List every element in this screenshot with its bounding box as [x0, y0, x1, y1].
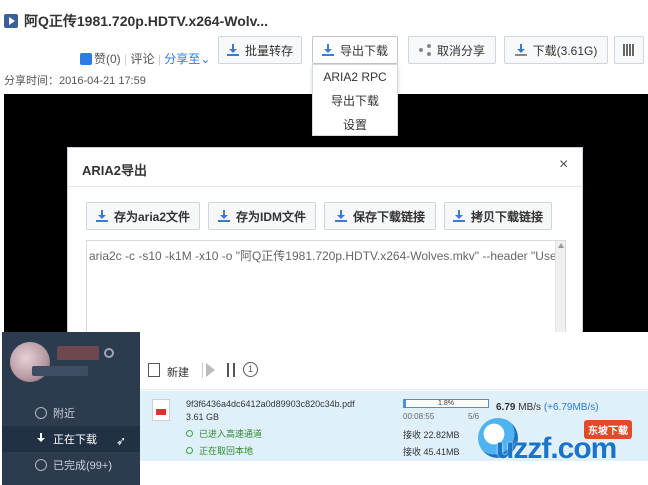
- sidebar-item-completed[interactable]: 已完成(99+): [2, 452, 140, 478]
- qr-code-icon: [623, 44, 635, 56]
- new-task-label[interactable]: 新建: [167, 364, 189, 380]
- pause-icon[interactable]: [227, 363, 235, 377]
- download-button[interactable]: 下载(3.61G): [504, 36, 608, 64]
- scroll-up-icon[interactable]: [558, 243, 564, 248]
- progress-label: 1.8%: [438, 400, 454, 407]
- vip-badge: [32, 366, 88, 376]
- menu-item-aria2-rpc[interactable]: ARIA2 RPC: [313, 65, 397, 89]
- command-textarea[interactable]: aria2c -c -s10 -k1M -x10 -o "阿Q正传1981.72…: [86, 240, 566, 340]
- aria2-export-dialog: ARIA2导出 × 存为aria2文件 存为IDM文件 保存下载链接 拷贝下载链…: [67, 147, 583, 347]
- like-label[interactable]: 赞: [94, 52, 106, 66]
- save-download-link-button[interactable]: 保存下载链接: [324, 202, 436, 230]
- download-icon: [514, 44, 527, 56]
- fly-icon[interactable]: ➶: [116, 434, 126, 448]
- download-icon: [226, 44, 239, 56]
- avatar[interactable]: [10, 342, 50, 382]
- file-title: 阿Q正传1981.720p.HDTV.x264-Wolv...: [24, 13, 269, 29]
- download-icon: [95, 210, 108, 222]
- pdf-file-icon: [152, 399, 170, 421]
- task-file-size: 3.61 GB: [186, 412, 220, 422]
- save-idm-file-label: 存为IDM文件: [236, 209, 306, 224]
- export-download-button[interactable]: 导出下载: [312, 36, 398, 64]
- chevron-down-icon: ⌄: [200, 52, 211, 66]
- command-text: aria2c -c -s10 -k1M -x10 -o "阿Q正传1981.72…: [89, 249, 566, 263]
- gear-icon[interactable]: [104, 348, 114, 358]
- queue-number-icon[interactable]: 1: [243, 362, 258, 377]
- share-header: 阿Q正传1981.720p.HDTV.x264-Wolv...: [0, 0, 648, 38]
- like-comment-bar: 赞(0) | 评论 | 分享至⌄: [80, 50, 210, 67]
- speed-unit: MB/s: [518, 402, 542, 413]
- close-icon[interactable]: ×: [559, 156, 568, 174]
- sidebar-item-nearby[interactable]: 附近: [2, 400, 140, 426]
- menu-item-settings[interactable]: 设置: [313, 113, 397, 137]
- share-to-link[interactable]: 分享至⌄: [164, 52, 210, 66]
- divider: [68, 186, 582, 187]
- eta-text: 00:08:55: [403, 412, 435, 421]
- save-aria2-file-button[interactable]: 存为aria2文件: [86, 202, 200, 230]
- copy-download-link-button[interactable]: 拷贝下载链接: [444, 202, 552, 230]
- location-icon: [35, 407, 47, 419]
- thumbs-up-icon[interactable]: [80, 53, 92, 65]
- start-icon[interactable]: [206, 363, 215, 377]
- batch-save-button[interactable]: 批量转存: [218, 36, 302, 64]
- received-amount-2: 接收 45.41MB: [403, 447, 460, 457]
- status-accelerated: 已进入高速通道: [186, 427, 262, 440]
- qr-code-button[interactable]: [614, 36, 644, 64]
- site-watermark: uzzf.com 东坡下载: [460, 418, 648, 478]
- sidebar-item-label: 附近: [53, 408, 75, 420]
- menu-item-export-download[interactable]: 导出下载: [313, 89, 397, 113]
- username-blurred: [57, 346, 99, 360]
- speed-extra: (+6.79MB/s): [543, 402, 599, 413]
- save-aria2-file-label: 存为aria2文件: [113, 209, 191, 224]
- save-idm-file-button[interactable]: 存为IDM文件: [208, 202, 316, 230]
- progress-bar: 1.8%: [403, 399, 489, 408]
- share-icon: [418, 44, 431, 56]
- download-icon: [452, 210, 465, 222]
- received-amount-1: 接收 22.82MB: [403, 430, 460, 440]
- sidebar-item-label: 已完成(99+): [53, 460, 112, 472]
- download-label: 下载(3.61G): [532, 43, 598, 58]
- export-download-label: 导出下载: [339, 43, 388, 58]
- batch-save-label: 批量转存: [244, 43, 293, 58]
- task-file-name: 9f3f6436a4dc6412a0d89903c820c34b.pdf: [186, 399, 355, 409]
- sidebar-item-label: 正在下载: [53, 434, 97, 446]
- download-manager-sidebar: 附近 正在下载 已完成(99+): [2, 332, 140, 485]
- download-icon: [321, 44, 334, 56]
- save-download-link-label: 保存下载链接: [352, 209, 425, 224]
- dialog-title: ARIA2导出: [82, 163, 148, 178]
- export-download-menu: ARIA2 RPC 导出下载 设置: [312, 64, 398, 136]
- download-icon: [218, 210, 230, 222]
- cancel-share-label: 取消分享: [436, 43, 485, 58]
- share-time: 分享时间：2016-04-21 17:59: [4, 75, 146, 87]
- copy-download-link-label: 拷贝下载链接: [470, 209, 543, 224]
- download-toolbar: 新建 1: [140, 332, 648, 390]
- comment-link[interactable]: 评论: [130, 52, 154, 66]
- divider: [202, 362, 203, 378]
- download-speed: 6.79 MB/s (+6.79MB/s): [496, 402, 599, 413]
- speed-value: 6.79: [496, 402, 516, 413]
- cancel-share-button[interactable]: 取消分享: [408, 36, 496, 64]
- video-file-icon: [4, 14, 18, 28]
- like-count: (0): [106, 52, 121, 66]
- watermark-badge: 东坡下载: [584, 420, 632, 439]
- status-retrieving: 正在取回本地: [186, 444, 253, 457]
- check-circle-icon: [35, 459, 47, 471]
- download-icon: [35, 433, 47, 445]
- download-icon: [334, 210, 347, 222]
- scrollbar[interactable]: [555, 241, 565, 339]
- new-task-icon[interactable]: [148, 363, 160, 377]
